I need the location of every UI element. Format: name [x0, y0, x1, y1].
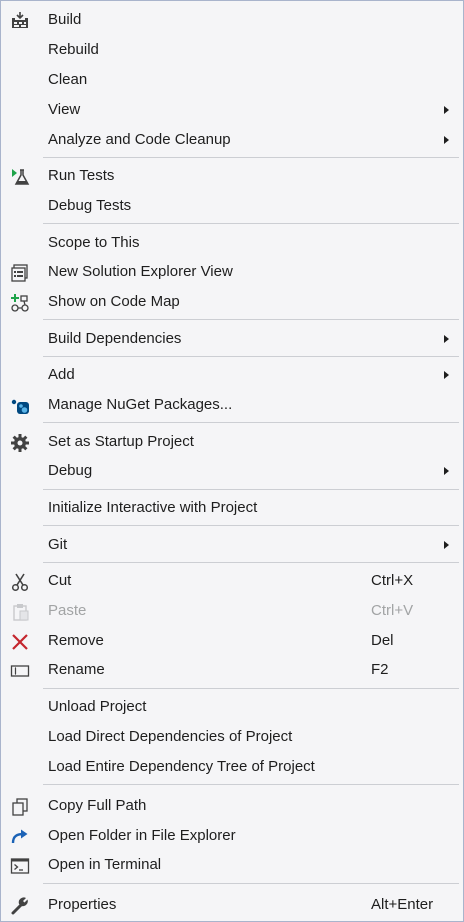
menu-item-label: Set as Startup Project	[48, 433, 194, 450]
menu-item-label: Git	[48, 536, 68, 553]
menu-item-label: Initialize Interactive with Project	[48, 499, 258, 516]
menu-item-label: Show on Code Map	[48, 293, 180, 310]
submenu-arrow-icon	[444, 335, 449, 343]
menu-item-clean[interactable]: Clean	[1, 66, 463, 94]
menu-item-label: Load Direct Dependencies of Project	[48, 728, 293, 745]
submenu-arrow-icon	[444, 371, 449, 379]
menu-item-copy-full-path[interactable]: Copy Full Path	[1, 792, 463, 820]
menu-item-label: Load Entire Dependency Tree of Project	[48, 758, 315, 775]
menu-item-set-as-startup-project[interactable]: Set as Startup Project	[1, 428, 463, 456]
menu-item-label: Copy Full Path	[48, 797, 147, 814]
menu-item-open-folder-in-file-explorer[interactable]: Open Folder in File Explorer	[1, 822, 463, 850]
copy-icon	[12, 798, 28, 816]
menu-item-label: Clean	[48, 71, 88, 88]
menu-item-label: Add	[48, 366, 75, 383]
menu-separator	[43, 883, 459, 884]
menu-item-git[interactable]: Git	[1, 531, 463, 559]
menu-separator	[43, 157, 459, 158]
menu-item-label: Properties	[48, 896, 117, 913]
menu-item-label: Remove	[48, 632, 104, 649]
menu-separator	[43, 356, 459, 357]
menu-separator	[43, 422, 459, 423]
menu-item-unload-project[interactable]: Unload Project	[1, 693, 463, 721]
solution-explorer-view-icon	[11, 264, 28, 282]
submenu-arrow-icon	[444, 541, 449, 549]
menu-item-label: Cut	[48, 572, 72, 589]
close-icon	[12, 634, 28, 650]
menu-separator	[43, 784, 459, 785]
menu-item-rename[interactable]: Rename F2	[1, 656, 463, 684]
wrench-icon	[11, 897, 28, 915]
menu-item-label: Scope to This	[48, 234, 140, 251]
menu-separator	[43, 489, 459, 490]
clipboard-icon	[13, 604, 29, 621]
menu-separator	[43, 688, 459, 689]
flask-icon	[12, 169, 30, 185]
context-menu: Build Rebuild Clean View Analyze and Cod…	[0, 0, 464, 922]
build-icon	[12, 12, 28, 28]
menu-item-label: Debug Tests	[48, 197, 132, 214]
menu-item-label: Manage NuGet Packages...	[48, 396, 233, 413]
menu-item-open-in-terminal[interactable]: Open in Terminal	[1, 851, 463, 879]
menu-item-label: Debug	[48, 462, 93, 479]
menu-item-remove[interactable]: Remove Del	[1, 627, 463, 655]
menu-item-analyze[interactable]: Analyze and Code Cleanup	[1, 126, 463, 154]
menu-item-label: Unload Project	[48, 698, 147, 715]
menu-item-debug-tests[interactable]: Debug Tests	[1, 192, 463, 220]
menu-item-shortcut: Ctrl+V	[371, 602, 414, 619]
submenu-arrow-icon	[444, 106, 449, 114]
submenu-arrow-icon	[444, 136, 449, 144]
menu-item-load-direct-dependencies[interactable]: Load Direct Dependencies of Project	[1, 723, 463, 751]
menu-item-label: Analyze and Code Cleanup	[48, 131, 231, 148]
menu-item-label: Open in Terminal	[48, 856, 162, 873]
menu-item-label: Build	[48, 11, 82, 28]
menu-item-view[interactable]: View	[1, 96, 463, 124]
scissors-icon	[11, 573, 29, 592]
menu-item-debug[interactable]: Debug	[1, 457, 463, 485]
menu-item-properties[interactable]: Properties Alt+Enter	[1, 891, 463, 919]
menu-item-shortcut: Ctrl+X	[371, 572, 414, 589]
terminal-icon	[10, 858, 30, 874]
menu-item-label: Build Dependencies	[48, 330, 182, 347]
menu-item-label: Rename	[48, 661, 105, 678]
menu-item-rebuild[interactable]: Rebuild	[1, 36, 463, 64]
menu-item-build-dependencies[interactable]: Build Dependencies	[1, 325, 463, 353]
menu-item-cut[interactable]: Cut Ctrl+X	[1, 567, 463, 595]
menu-item-paste[interactable]: Paste Ctrl+V	[1, 597, 463, 625]
menu-item-label: Rebuild	[48, 41, 99, 58]
menu-item-label: Paste	[48, 602, 87, 619]
menu-item-shortcut: Alt+Enter	[371, 896, 434, 913]
code-map-icon	[11, 294, 29, 312]
menu-item-shortcut: Del	[371, 632, 394, 649]
menu-separator	[43, 319, 459, 320]
menu-item-label: Run Tests	[48, 167, 115, 184]
submenu-arrow-icon	[444, 467, 449, 475]
menu-item-new-solution-explorer-view[interactable]: New Solution Explorer View	[1, 258, 463, 286]
menu-item-show-on-code-map[interactable]: Show on Code Map	[1, 288, 463, 316]
redo-arrow-icon	[11, 829, 28, 844]
menu-item-label: Open Folder in File Explorer	[48, 827, 236, 844]
menu-separator	[43, 223, 459, 224]
menu-item-build[interactable]: Build	[1, 6, 463, 34]
menu-item-scope-to-this[interactable]: Scope to This	[1, 229, 463, 257]
menu-separator	[43, 525, 459, 526]
menu-item-shortcut: F2	[371, 661, 389, 678]
menu-separator	[43, 562, 459, 563]
menu-item-add[interactable]: Add	[1, 361, 463, 389]
nuget-icon	[11, 399, 29, 414]
menu-item-initialize-interactive[interactable]: Initialize Interactive with Project	[1, 494, 463, 522]
rename-icon	[10, 665, 30, 677]
menu-item-label: View	[48, 101, 81, 118]
gear-icon	[11, 434, 29, 452]
menu-item-label: New Solution Explorer View	[48, 263, 233, 280]
menu-item-manage-nuget-packages[interactable]: Manage NuGet Packages...	[1, 391, 463, 419]
menu-item-run-tests[interactable]: Run Tests	[1, 162, 463, 190]
menu-item-load-entire-dependency-tree[interactable]: Load Entire Dependency Tree of Project	[1, 753, 463, 781]
